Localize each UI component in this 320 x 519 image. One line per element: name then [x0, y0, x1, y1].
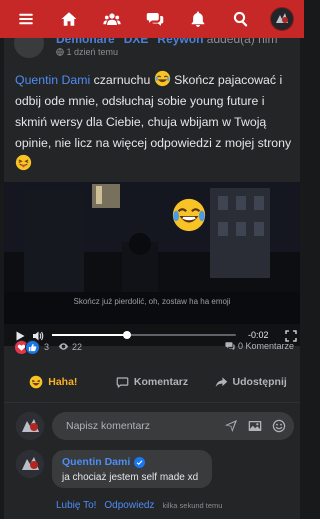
user-avatar[interactable] [270, 7, 294, 31]
reaction-button-label: Haha! [48, 376, 78, 388]
reply-reply-link[interactable]: Odpowiedz [104, 500, 154, 511]
reply-author-name[interactable]: Quentin Dami [62, 456, 130, 468]
mention-link[interactable]: Quentin Dami [15, 73, 90, 87]
reply-like-link[interactable]: Lubię To! [56, 500, 96, 511]
reaction-count[interactable]: 3 [44, 342, 49, 352]
share-button[interactable]: Udostępnij [201, 367, 300, 397]
comments-icon [225, 342, 235, 351]
messages-icon[interactable] [141, 5, 169, 33]
comment-box [52, 412, 294, 440]
comment-count[interactable]: 0 Komentarze [225, 341, 294, 351]
reply-author-avatar[interactable] [16, 450, 44, 478]
like-reaction-icon [25, 340, 40, 355]
reply-actions: Lubię To! Odpowiedz kilka sekund temu [56, 500, 222, 511]
globe-icon [56, 48, 64, 56]
notifications-icon[interactable] [184, 5, 212, 33]
eye-icon [58, 343, 69, 350]
share-icon [215, 376, 227, 387]
view-count-text: 22 [72, 341, 83, 352]
reaction-icons[interactable] [14, 340, 40, 355]
video-subtitle: Skończ już pierdolić, oh, zostaw ha ha e… [73, 297, 231, 306]
divider [4, 402, 300, 403]
tongue-out-emoji-icon [15, 154, 32, 171]
post-body: Quentin Dami czarnuchu Skończ pajacować … [15, 70, 295, 175]
commenter-avatar [16, 412, 44, 440]
image-icon[interactable] [248, 419, 262, 433]
menu-icon[interactable] [12, 5, 40, 33]
reply-bubble: Quentin Dami ja chociaż jestem self made… [52, 450, 212, 488]
groups-icon[interactable] [98, 5, 126, 33]
crying-laughing-emoji-icon [172, 198, 206, 232]
emoji-icon[interactable] [272, 419, 286, 433]
comment-button-label: Komentarz [133, 376, 189, 388]
home-icon[interactable] [55, 5, 83, 33]
search-icon[interactable] [227, 5, 255, 33]
comment-button[interactable]: Komentarz [103, 367, 202, 397]
reaction-button[interactable]: Haha! [4, 367, 103, 397]
post-card: Demonare "DXE" Reywon added(a) him 1 dzi… [4, 28, 300, 519]
reply-text: ja chociaż jestem self made xd [62, 472, 199, 483]
post-stats: 3 22 0 Komentarze [4, 336, 300, 360]
view-count: 22 [58, 341, 82, 352]
verified-badge-icon [134, 456, 146, 468]
reply-timestamp: kilka sekund temu [162, 501, 223, 510]
video-player[interactable]: Skończ już pierdolić, oh, zostaw ha ha e… [4, 182, 300, 324]
send-icon[interactable] [224, 419, 238, 433]
post-timestamp[interactable]: 1 dzień temu [56, 47, 118, 57]
haha-reaction-icon [29, 375, 43, 389]
laughing-tears-emoji-icon [154, 70, 170, 87]
share-button-label: Udostępnij [232, 376, 287, 388]
comment-icon [116, 376, 129, 388]
post-actions: Haha! Komentarz Udostępnij [4, 367, 300, 397]
post-text-part1: czarnuchu [90, 73, 154, 87]
top-nav [0, 0, 304, 38]
comment-count-text: 0 Komentarze [237, 341, 294, 351]
comment-input[interactable] [66, 412, 216, 440]
post-time-text: 1 dzień temu [66, 47, 119, 57]
reply-author[interactable]: Quentin Dami [62, 456, 146, 468]
